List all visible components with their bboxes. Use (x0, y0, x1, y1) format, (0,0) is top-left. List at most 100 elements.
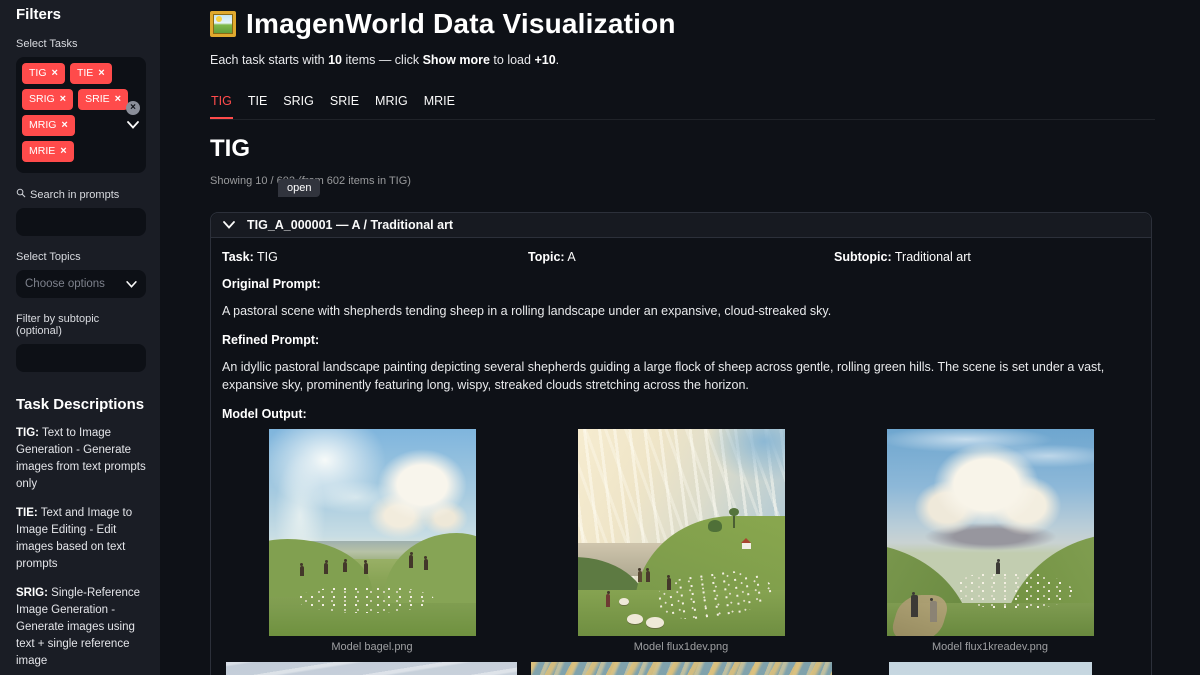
remove-tag-icon[interactable]: × (60, 146, 66, 157)
subtitle-text: items — click (342, 53, 423, 67)
section-heading: TIG (210, 135, 1155, 163)
remove-tag-icon[interactable]: × (98, 68, 104, 79)
item-expander: TIG_A_000001 — A / Traditional art Task:… (210, 212, 1152, 675)
subtitle-text: to load (490, 53, 534, 67)
painting-shepherd (409, 555, 413, 568)
model-output-cell: Model flux1kreadev.png (840, 429, 1140, 653)
tab-srig[interactable]: SRIG (282, 90, 315, 119)
task-descriptions-heading: Task Descriptions (16, 396, 146, 413)
painting-shepherd (364, 563, 368, 574)
tag-label: MRIG (29, 120, 56, 131)
subtopic-filter-input[interactable] (16, 344, 146, 372)
main-content: ImagenWorld Data Visualization Each task… (210, 0, 1155, 675)
model-output-cell: Model flux1dev.png (531, 429, 831, 653)
chevron-down-icon (223, 216, 235, 234)
image-caption: Model bagel.png (331, 641, 412, 653)
meta-value: Traditional art (892, 250, 971, 264)
remove-tag-icon[interactable]: × (60, 94, 66, 105)
task-tag-tie[interactable]: TIE × (70, 63, 112, 84)
remove-tag-icon[interactable]: × (115, 94, 121, 105)
expander-header[interactable]: TIG_A_000001 — A / Traditional art (211, 213, 1151, 238)
original-prompt-text: A pastoral scene with shepherds tending … (222, 302, 1140, 320)
painting-shepherd (343, 562, 347, 572)
model-output-image (889, 662, 1092, 675)
model-output-image (578, 429, 785, 636)
framed-picture-icon (210, 11, 236, 37)
meta-label: Task: (222, 250, 254, 264)
tag-label: SRIG (29, 94, 55, 105)
painting-sheep (619, 598, 629, 605)
meta-label: Topic: (528, 250, 565, 264)
task-tag-srig[interactable]: SRIG × (22, 89, 73, 110)
painting-shepherd (996, 562, 1000, 574)
search-label: Search in prompts (16, 188, 146, 201)
subtitle-bold: Show more (423, 53, 490, 67)
sidebar-heading: Filters (16, 6, 146, 23)
task-description-srig: SRIG: Single-Reference Image Generation … (16, 585, 146, 670)
subtitle-text: . (556, 53, 559, 67)
select-tasks-label: Select Tasks (16, 38, 146, 50)
topics-select[interactable]: Choose options (16, 270, 146, 298)
subtitle-bold: +10 (534, 53, 555, 67)
painting-shepherd (930, 601, 937, 622)
chevron-down-icon (126, 275, 137, 293)
task-text: Single-Reference Image Generation - Gene… (16, 587, 140, 667)
tab-srie[interactable]: SRIE (329, 90, 360, 119)
model-output-image (531, 662, 832, 675)
task-tag-mrie[interactable]: MRIE× (22, 141, 74, 162)
clear-all-icon[interactable]: × (126, 101, 140, 115)
tab-mrie[interactable]: MRIE (423, 90, 456, 119)
meta-subtopic: Subtopic: Traditional art (834, 250, 1140, 264)
chevron-down-icon[interactable] (127, 121, 139, 129)
model-output-cell: Model bagel.png (222, 429, 522, 653)
expander-title: TIG_A_000001 — A / Traditional art (247, 218, 453, 232)
remove-tag-icon[interactable]: × (61, 120, 67, 131)
task-tag-mrig[interactable]: MRIG × (22, 115, 75, 136)
painting-sheep (627, 614, 643, 624)
painting-shepherd (646, 571, 650, 582)
model-outputs-row-1: Model bagel.png (222, 429, 1140, 653)
model-output-image (887, 429, 1094, 636)
painting-shepherd (638, 571, 642, 582)
task-description-tig: TIG: Text to Image Generation - Generate… (16, 425, 146, 493)
subtitle-text: Each task starts with (210, 53, 328, 67)
refined-prompt-text: An idyllic pastoral landscape painting d… (222, 358, 1140, 394)
model-output-cell (531, 662, 832, 675)
painting-sheep-flock (957, 572, 1073, 609)
model-output-image (269, 429, 476, 636)
task-tag-tig[interactable]: TIG × (22, 63, 65, 84)
app-root: Filters Select Tasks TIG × TIE × SRIG × SRI… (0, 0, 1200, 675)
image-caption: Model flux1dev.png (634, 641, 729, 653)
select-topics-label: Select Topics (16, 251, 146, 263)
task-description-tie: TIE: Text and Image to Image Editing - E… (16, 505, 146, 573)
task-code: TIE: (16, 507, 38, 519)
painting-shepherd (911, 595, 918, 617)
search-input[interactable] (16, 208, 146, 236)
subtitle: Each task starts with 10 items — click S… (210, 53, 1155, 67)
tag-label: TIG (29, 68, 47, 79)
model-output-cell (222, 662, 522, 675)
expander-body: Task: TIG Topic: A Subtopic: Traditional… (211, 238, 1151, 675)
tab-mrig[interactable]: MRIG (374, 90, 409, 119)
task-code: TIG: (16, 427, 39, 439)
original-prompt-label: Original Prompt: (222, 277, 1140, 291)
search-label-text: Search in prompts (30, 189, 119, 201)
tab-tig[interactable]: TIG (210, 90, 233, 119)
task-code: SRIG: (16, 587, 48, 599)
tab-tie[interactable]: TIE (247, 90, 268, 119)
model-outputs-row-2 (222, 662, 1140, 675)
task-tag-srie[interactable]: SRIE × (78, 89, 128, 110)
refined-prompt-label: Refined Prompt: (222, 333, 1140, 347)
painting-shepherd (324, 563, 328, 574)
meta-value: A (565, 250, 576, 264)
meta-topic: Topic: A (528, 250, 834, 264)
task-tabs: TIG TIE SRIG SRIE MRIG MRIE (210, 90, 1155, 120)
tag-label: TIE (77, 68, 93, 79)
model-output-image (226, 662, 517, 675)
page-title: ImagenWorld Data Visualization (246, 8, 676, 40)
tag-label: SRIE (85, 94, 110, 105)
item-meta: Task: TIG Topic: A Subtopic: Traditional… (222, 250, 1140, 264)
tasks-multiselect[interactable]: TIG × TIE × SRIG × SRIE × MRIG × MRIE× × (16, 57, 146, 173)
painting-sheep (646, 617, 664, 628)
remove-tag-icon[interactable]: × (52, 68, 58, 79)
